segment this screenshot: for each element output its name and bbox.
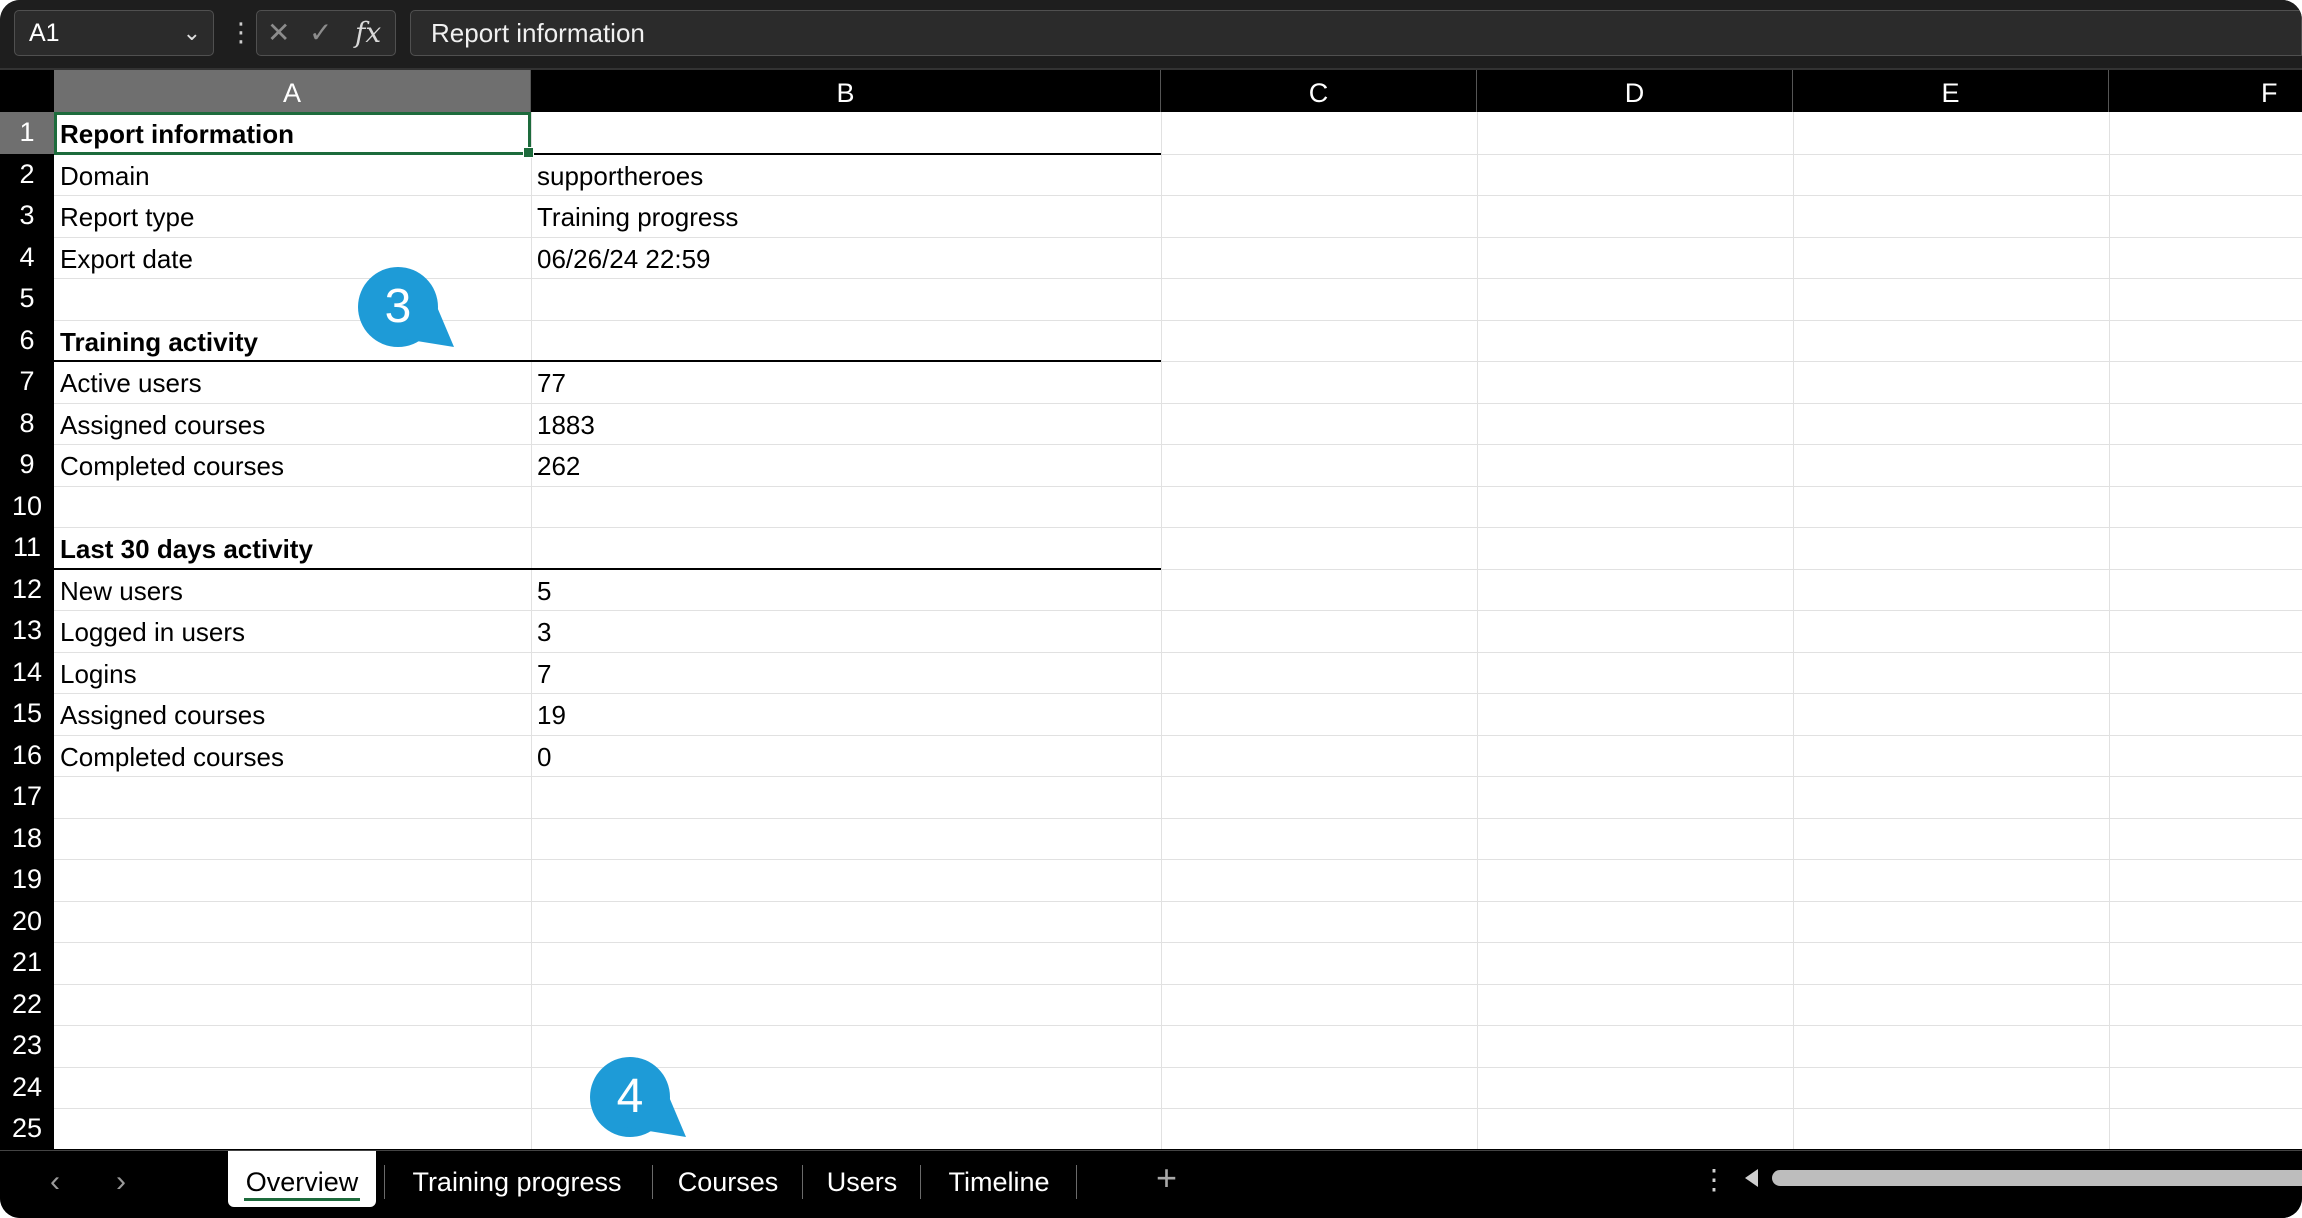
row-header[interactable]: 9 — [0, 444, 54, 486]
cell-a7[interactable]: Active users — [54, 361, 531, 403]
cell-b11[interactable] — [531, 527, 1161, 569]
row-header[interactable]: 7 — [0, 361, 54, 403]
check-icon[interactable]: ✓ — [309, 11, 332, 55]
formula-bar: A1 ⌄ ⋮ ✕ ✓ fx Report information — [0, 0, 2302, 70]
row-header[interactable]: 1 — [0, 112, 54, 154]
cell-b3[interactable]: Training progress — [531, 195, 1161, 237]
close-icon[interactable]: ✕ — [267, 11, 290, 55]
cell-a4[interactable]: Export date — [54, 237, 531, 279]
row-header[interactable]: 12 — [0, 569, 54, 611]
more-options-icon[interactable]: ⋮ — [1700, 1163, 1728, 1196]
active-cell-selection[interactable] — [54, 112, 534, 158]
tab-overview[interactable]: Overview — [228, 1151, 376, 1207]
cell-b12[interactable]: 5 — [531, 569, 1161, 611]
tab-users[interactable]: Users — [808, 1151, 916, 1209]
callout-label: 3 — [384, 280, 412, 333]
more-options-icon[interactable]: ⋮ — [228, 10, 254, 54]
row-headers: 1 2 3 4 5 6 7 8 9 10 11 12 13 14 15 16 1… — [0, 112, 54, 1149]
spreadsheet-window: A1 ⌄ ⋮ ✕ ✓ fx Report information A B C D… — [0, 0, 2302, 1218]
next-sheet-icon[interactable]: › — [116, 1165, 126, 1199]
row-header[interactable]: 22 — [0, 984, 54, 1026]
row-header[interactable]: 5 — [0, 278, 54, 320]
column-header-a[interactable]: A — [54, 70, 531, 112]
cell-b1[interactable] — [531, 112, 1161, 154]
row-header[interactable]: 15 — [0, 693, 54, 735]
insert-function-icon[interactable]: fx — [355, 11, 381, 55]
tab-label: Overview — [245, 1167, 359, 1197]
cell-a2[interactable]: Domain — [54, 154, 531, 196]
cell-b4[interactable]: 06/26/24 22:59 — [531, 237, 1161, 279]
callout-label: 4 — [616, 1070, 644, 1123]
cell-a8[interactable]: Assigned courses — [54, 403, 531, 445]
cell-a3[interactable]: Report type — [54, 195, 531, 237]
cell-b7[interactable]: 77 — [531, 361, 1161, 403]
active-tab-indicator — [244, 1198, 360, 1201]
row-header[interactable]: 25 — [0, 1108, 54, 1150]
sheet-tab-bar: ‹ › Overview Training progress Courses U… — [0, 1150, 2302, 1218]
cell-a13[interactable]: Logged in users — [54, 610, 531, 652]
previous-sheet-icon[interactable]: ‹ — [50, 1165, 60, 1199]
row-header[interactable]: 4 — [0, 237, 54, 279]
horizontal-scrollbar[interactable] — [1772, 1170, 2302, 1186]
cell-a11[interactable]: Last 30 days activity — [54, 527, 531, 569]
cell-a15[interactable]: Assigned courses — [54, 693, 531, 735]
cell-grid[interactable]: Report information Domain supportheroes … — [54, 112, 2302, 1149]
column-header-b[interactable]: B — [531, 70, 1161, 112]
column-header-c[interactable]: C — [1161, 70, 1477, 112]
row-header[interactable]: 18 — [0, 818, 54, 860]
row-header[interactable]: 2 — [0, 154, 54, 196]
cell-a12[interactable]: New users — [54, 569, 531, 611]
cell-a16[interactable]: Completed courses — [54, 735, 531, 777]
fill-handle[interactable] — [523, 147, 534, 158]
cell-b15[interactable]: 19 — [531, 693, 1161, 735]
column-header-f[interactable]: F — [2109, 70, 2302, 112]
row-header[interactable]: 6 — [0, 320, 54, 362]
name-box-value: A1 — [29, 19, 60, 47]
cell-b14[interactable]: 7 — [531, 652, 1161, 694]
callout-badge-4: 4 — [590, 1057, 686, 1137]
row-header[interactable]: 13 — [0, 610, 54, 652]
cell-a14[interactable]: Logins — [54, 652, 531, 694]
cell-b9[interactable]: 262 — [531, 444, 1161, 486]
row-header[interactable]: 8 — [0, 403, 54, 445]
column-header-d[interactable]: D — [1477, 70, 1793, 112]
row-header[interactable]: 23 — [0, 1025, 54, 1067]
cell-b6[interactable] — [531, 320, 1161, 362]
formula-input[interactable]: Report information — [410, 10, 2302, 56]
name-box[interactable]: A1 ⌄ — [14, 10, 214, 56]
tab-timeline[interactable]: Timeline — [928, 1151, 1070, 1209]
row-header[interactable]: 11 — [0, 527, 54, 569]
formula-actions: ✕ ✓ fx — [256, 10, 396, 56]
cell-b8[interactable]: 1883 — [531, 403, 1161, 445]
tab-courses[interactable]: Courses — [660, 1151, 796, 1209]
row-header[interactable]: 24 — [0, 1067, 54, 1109]
chevron-down-icon[interactable]: ⌄ — [183, 11, 201, 55]
row-header[interactable]: 10 — [0, 486, 54, 528]
column-headers: A B C D E F — [0, 70, 2302, 113]
column-header-e[interactable]: E — [1793, 70, 2109, 112]
tab-training-progress[interactable]: Training progress — [392, 1151, 642, 1209]
plus-icon[interactable]: + — [1156, 1157, 1177, 1199]
row-header[interactable]: 14 — [0, 652, 54, 694]
cell-b2[interactable]: supportheroes — [531, 154, 1161, 196]
row-header[interactable]: 3 — [0, 195, 54, 237]
cell-b13[interactable]: 3 — [531, 610, 1161, 652]
row-header[interactable]: 17 — [0, 776, 54, 818]
cell-a9[interactable]: Completed courses — [54, 444, 531, 486]
row-header[interactable]: 19 — [0, 859, 54, 901]
callout-badge-3: 3 — [358, 267, 454, 347]
row-header[interactable]: 16 — [0, 735, 54, 777]
row-header[interactable]: 21 — [0, 942, 54, 984]
cell-b16[interactable]: 0 — [531, 735, 1161, 777]
row-header[interactable]: 20 — [0, 901, 54, 943]
scroll-left-icon[interactable] — [1745, 1169, 1758, 1187]
